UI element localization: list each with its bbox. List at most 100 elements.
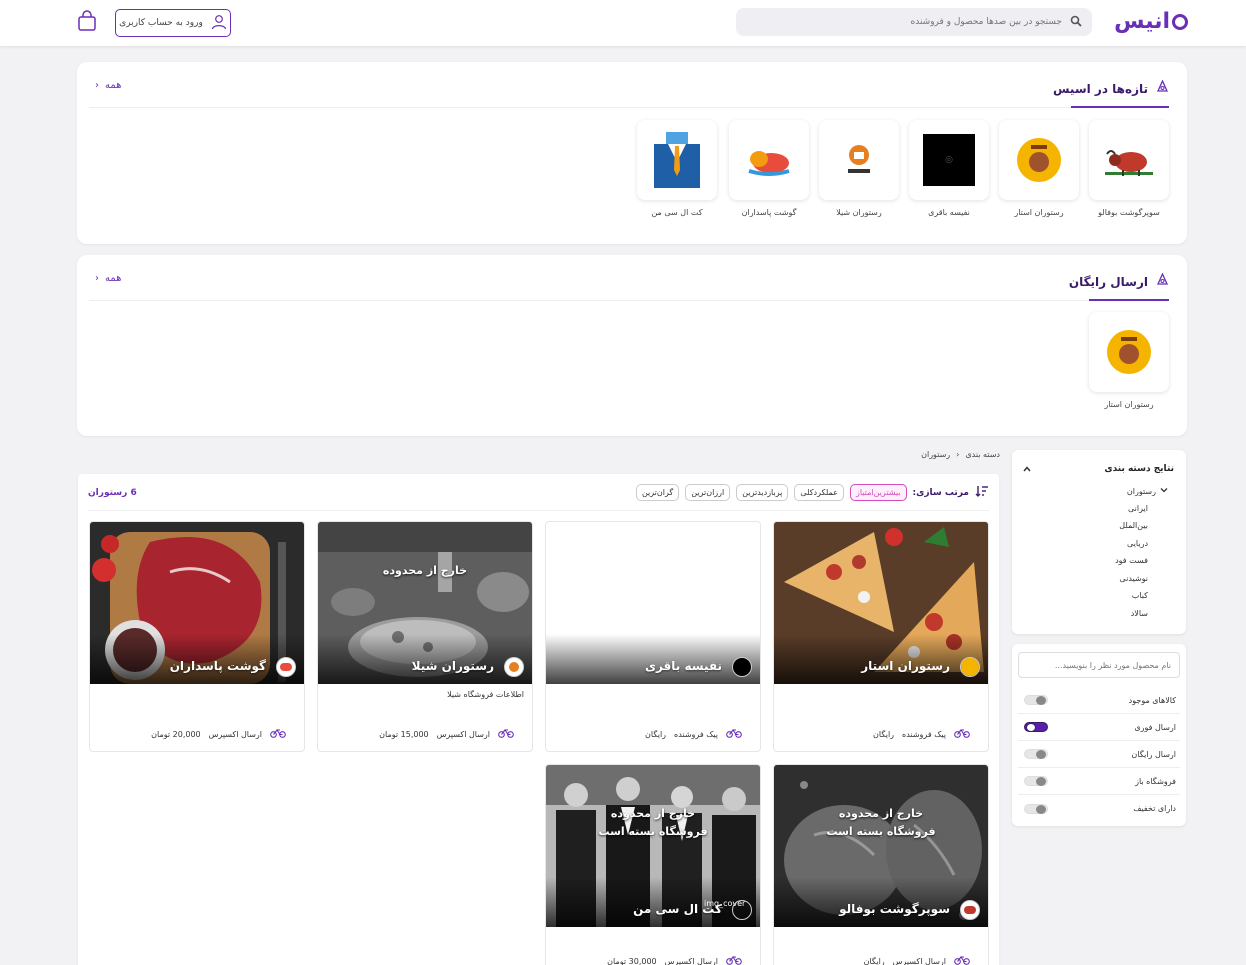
shop-card-nafiseh[interactable]: نفیسه باقری پیک فروشنده رایگان — [545, 521, 761, 752]
user-icon — [211, 14, 227, 33]
filter-toggle[interactable] — [1024, 722, 1048, 732]
filter-label: ارسال رایگان — [1131, 749, 1176, 759]
filter-express[interactable]: ارسال فوری — [1018, 714, 1180, 741]
nafiseh-logo-icon: ◎ — [909, 120, 989, 200]
closed-label: خارج از محدوده فروشگاه بسته است — [774, 805, 988, 841]
pasdaran-logo-icon — [729, 120, 809, 200]
nafiseh-logo-icon — [732, 657, 752, 677]
delivery-info: ارسال اکسپرس رایگان — [864, 955, 970, 965]
buffalo-logo-icon — [1089, 120, 1169, 200]
shop-name: کت ال سی من — [651, 208, 703, 217]
filter-in-stock[interactable]: کالاهای موجود — [1018, 687, 1180, 714]
card-title: گوشت پاسداران — [169, 659, 266, 673]
filter-discount[interactable]: دارای تخفیف — [1018, 795, 1180, 822]
title-underline — [1071, 106, 1169, 108]
delivery-info: پیک فروشنده رایگان — [873, 728, 970, 741]
chevron-left-icon: ‹ — [95, 80, 99, 91]
free-delivery-all-link[interactable]: همه ‹ — [95, 273, 121, 284]
delivery-price: رایگان — [863, 957, 885, 965]
bike-icon — [270, 728, 286, 741]
shop-item-nafiseh[interactable]: ◎ نفیسه باقری — [909, 120, 989, 217]
delivery-method: پیک فروشنده — [674, 730, 718, 739]
filter-toggle[interactable] — [1024, 749, 1048, 759]
delivery-method: ارسال اکسپرس — [436, 730, 490, 739]
shop-card-star[interactable]: رستوران استار پیک فروشنده رایگان — [773, 521, 989, 752]
category-parent[interactable]: رستوران — [1127, 486, 1168, 496]
category-item[interactable]: دریایی — [1127, 539, 1148, 548]
shop-item-buffalo[interactable]: سوپرگوشت بوفالو — [1089, 120, 1169, 217]
category-item[interactable]: کباب — [1132, 591, 1148, 600]
bike-icon — [498, 728, 514, 741]
free-delivery-panel: ارسال رایگان همه ‹ رستوران استار — [77, 255, 1187, 436]
fire-icon — [1156, 79, 1169, 97]
filter-label: کالاهای موجود — [1128, 695, 1176, 705]
bike-icon — [726, 728, 742, 741]
star-restaurant-logo-icon — [960, 657, 980, 677]
filter-toggle[interactable] — [1024, 776, 1048, 786]
category-title: نتایج دسته بندی — [1104, 464, 1174, 474]
card-title: رستوران استار — [861, 659, 950, 673]
sort-label-text: مرتب سازی: — [912, 487, 969, 498]
sort-chip-cheapest[interactable]: ارزان‌ترین — [685, 484, 731, 501]
search-bar — [736, 8, 1092, 36]
login-button[interactable]: ورود به حساب کاربری — [115, 9, 231, 37]
shop-card-suit[interactable]: خارج از محدوده فروشگاه بسته است img_cove… — [545, 764, 761, 965]
search-input[interactable] — [746, 17, 1062, 27]
out-of-range-text: خارج از محدوده — [838, 807, 924, 820]
shop-item-shila[interactable]: رستوران شیلا — [819, 120, 899, 217]
category-item[interactable]: بین‌الملل — [1119, 521, 1148, 530]
category-item[interactable]: فست فود — [1115, 556, 1148, 565]
free-delivery-title: ارسال رایگان — [1069, 272, 1169, 290]
shop-name: رستوران شیلا — [836, 208, 882, 217]
site-logo[interactable]: انیس — [1114, 9, 1188, 34]
divider — [89, 107, 1169, 108]
new-shops-all-link[interactable]: همه ‹ — [95, 80, 121, 91]
category-item[interactable]: سالاد — [1131, 609, 1148, 618]
shop-item-suit[interactable]: کت ال سی من — [637, 120, 717, 217]
all-label: همه — [105, 273, 122, 284]
shop-item-star[interactable]: رستوران استار — [1089, 312, 1169, 409]
sort-chip-most-expensive[interactable]: گران‌ترین — [635, 484, 680, 501]
filter-toggle[interactable] — [1024, 803, 1048, 814]
sort-chip-performance[interactable]: عملکردکلی — [794, 484, 844, 501]
shop-info-text: اطلاعات فروشگاه شیلا — [447, 690, 524, 699]
sort-chip-top-rated[interactable]: بیشترین‌امتیاز — [849, 484, 907, 501]
suit-logo-icon — [637, 120, 717, 200]
category-parent-label: رستوران — [1126, 486, 1156, 496]
new-shops-title: تازه‌ها در اسیس — [1053, 79, 1169, 97]
shop-card-shila[interactable]: خارج از محدوده رستوران شیلا اطلاعات فروش… — [317, 521, 533, 752]
sort-label: مرتب سازی: — [913, 485, 989, 500]
bike-icon — [726, 955, 742, 965]
sort-chip-most-viewed[interactable]: پربازدیدترین — [736, 484, 789, 501]
chevron-left-icon: ‹ — [956, 450, 960, 459]
delivery-method: ارسال اکسپرس — [208, 730, 262, 739]
shop-name: سوپرگوشت بوفالو — [1098, 208, 1160, 217]
filter-open-shop[interactable]: فروشگاه باز — [1018, 768, 1180, 795]
category-item[interactable]: ایرانی — [1128, 504, 1148, 513]
shop-listing: مرتب سازی: بیشترین‌امتیاز عملکردکلی پربا… — [78, 474, 999, 965]
chevron-up-icon[interactable] — [1022, 464, 1032, 477]
shop-card-buffalo[interactable]: خارج از محدوده فروشگاه بسته است سوپرگوشت… — [773, 764, 989, 965]
breadcrumb-root[interactable]: دسته بندی — [965, 450, 1000, 459]
out-of-range-text: خارج از محدوده — [610, 807, 696, 820]
category-item[interactable]: نوشیدنی — [1119, 574, 1148, 583]
filter-label: فروشگاه باز — [1135, 776, 1176, 786]
shop-item-pasdaran[interactable]: گوشت پاسداران — [729, 120, 809, 217]
shop-item-star[interactable]: رستوران استار — [999, 120, 1079, 217]
divider — [89, 300, 1169, 301]
filter-toggle[interactable] — [1024, 695, 1048, 705]
delivery-method: ارسال اکسپرس — [664, 957, 718, 965]
breadcrumb: دسته بندی ‹ رستوران — [921, 450, 1000, 459]
product-search-input[interactable] — [1018, 652, 1180, 678]
category-filter-panel: نتایج دسته بندی رستوران ایرانی بین‌الملل… — [1012, 450, 1186, 634]
search-icon[interactable] — [1070, 15, 1082, 30]
delivery-method: ارسال اکسپرس — [892, 957, 946, 965]
filter-free-delivery[interactable]: ارسال رایگان — [1018, 741, 1180, 768]
shila-logo-icon — [819, 120, 899, 200]
shop-card-pasdaran[interactable]: گوشت پاسداران ارسال اکسپرس 20,000 تومان — [89, 521, 305, 752]
bike-icon — [954, 728, 970, 741]
shopping-bag-icon[interactable] — [76, 10, 98, 32]
card-title: نفیسه باقری — [644, 659, 722, 673]
result-count: 6 رستوران — [88, 488, 137, 498]
card-title: رستوران شیلا — [411, 659, 494, 673]
